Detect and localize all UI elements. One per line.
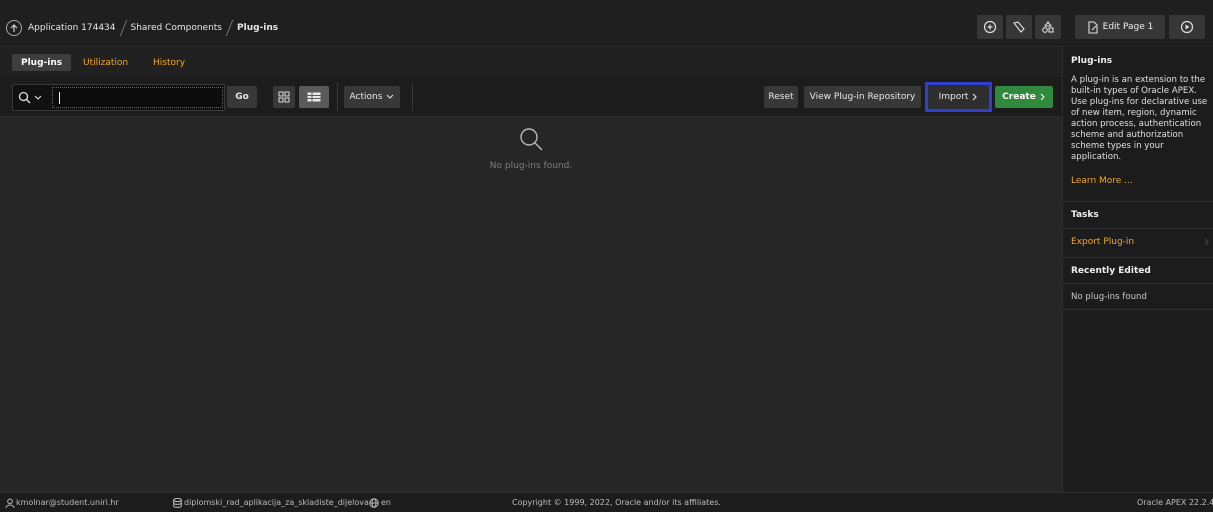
tab-bar: Plug-ins Utilization History <box>0 46 1062 77</box>
footer-copyright: Copyright © 1999, 2022, Oracle and/or it… <box>512 498 721 507</box>
search-icon <box>18 91 31 104</box>
user-icon <box>5 498 15 508</box>
actions-menu-button[interactable]: Actions <box>344 86 400 108</box>
text-cursor <box>59 92 60 104</box>
pencil-ruler-button[interactable] <box>1006 15 1032 39</box>
learn-more-link[interactable]: Learn More ... <box>1071 176 1133 186</box>
view-report-button[interactable] <box>299 86 329 108</box>
up-arrow-icon[interactable] <box>6 20 22 36</box>
reset-button[interactable]: Reset <box>764 86 798 108</box>
search-dropdown[interactable] <box>18 91 42 104</box>
footer-user[interactable]: kmolnar@student.uniri.hr <box>16 498 119 507</box>
breadcrumb-separator <box>119 20 127 36</box>
edit-page-button[interactable]: Edit Page 1 <box>1075 15 1165 39</box>
chevron-right-icon <box>973 93 978 101</box>
actions-label: Actions <box>349 92 383 102</box>
comment-plus-icon <box>983 20 997 34</box>
sidebar-title: Plug-ins <box>1071 56 1113 66</box>
create-label: Create <box>1002 92 1036 102</box>
recently-edited-title: Recently Edited <box>1071 266 1151 276</box>
create-button[interactable]: Create <box>995 86 1053 108</box>
chevron-down-icon <box>34 95 42 100</box>
footer: kmolnar@student.uniri.hr diplomski_rad_a… <box>0 492 1213 512</box>
recent-none: No plug-ins found <box>1071 292 1147 302</box>
tab-utilization[interactable]: Utilization <box>83 54 128 71</box>
empty-message: No plug-ins found. <box>489 161 573 171</box>
pencil-ruler-icon <box>1013 21 1025 33</box>
view-icons-button[interactable] <box>273 86 295 108</box>
database-icon <box>173 498 182 508</box>
tab-plug-ins[interactable]: Plug-ins <box>12 54 72 71</box>
task-export-plugin[interactable]: Export Plug-in <box>1063 229 1213 253</box>
breadcrumb-app[interactable]: Application 174434 <box>28 23 116 33</box>
divider <box>1063 309 1213 310</box>
globe-icon <box>369 498 379 508</box>
toolbar-divider <box>337 83 338 111</box>
chevron-right-icon <box>1204 238 1209 246</box>
footer-language[interactable]: en <box>381 498 391 507</box>
view-plugin-repository-button[interactable]: View Plug-in Repository <box>804 86 921 108</box>
search-icon <box>520 128 543 151</box>
edit-page-icon <box>1088 20 1098 34</box>
chevron-down-icon <box>387 94 394 99</box>
import-button[interactable]: Import <box>925 82 992 112</box>
task-export-label: Export Plug-in <box>1071 237 1135 247</box>
breadcrumb-current: Plug-ins <box>237 23 279 33</box>
divider <box>1063 283 1213 284</box>
comment-plus-button[interactable] <box>977 15 1003 39</box>
report-toolbar: Go Actions Reset View Plug-in Repository… <box>0 77 1062 117</box>
tasks-title: Tasks <box>1071 210 1099 220</box>
help-sidebar: Plug-ins A plug-in is an extension to th… <box>1062 46 1213 492</box>
footer-workspace[interactable]: diplomski_rad_aplikacija_za_skladiste_di… <box>184 498 369 507</box>
divider <box>1063 201 1213 202</box>
run-page-button[interactable] <box>1169 15 1205 39</box>
import-label: Import <box>938 92 969 102</box>
app-header: Application 174434 Shared Components Plu… <box>0 0 1213 45</box>
shapes-button[interactable] <box>1035 15 1061 39</box>
table-view-icon <box>307 92 321 102</box>
chevron-right-icon <box>1040 93 1045 101</box>
tab-history[interactable]: History <box>153 54 185 71</box>
toolbar-divider <box>412 83 413 111</box>
search-box <box>12 84 225 111</box>
breadcrumb-separator <box>225 20 234 36</box>
report-region: No plug-ins found. <box>0 118 1062 478</box>
divider <box>1063 257 1213 258</box>
breadcrumb-section[interactable]: Shared Components <box>131 23 223 33</box>
sidebar-description: A plug-in is an extension to the built-i… <box>1071 75 1208 162</box>
footer-version: Oracle APEX 22.2.4 <box>1137 498 1213 507</box>
breadcrumb: Application 174434 Shared Components Plu… <box>6 17 278 39</box>
search-input[interactable] <box>52 87 223 108</box>
go-button[interactable]: Go <box>227 86 257 108</box>
grid-view-icon <box>278 91 290 103</box>
shapes-icon <box>1042 21 1054 33</box>
edit-page-label: Edit Page 1 <box>1102 22 1154 32</box>
run-icon <box>1180 20 1194 34</box>
